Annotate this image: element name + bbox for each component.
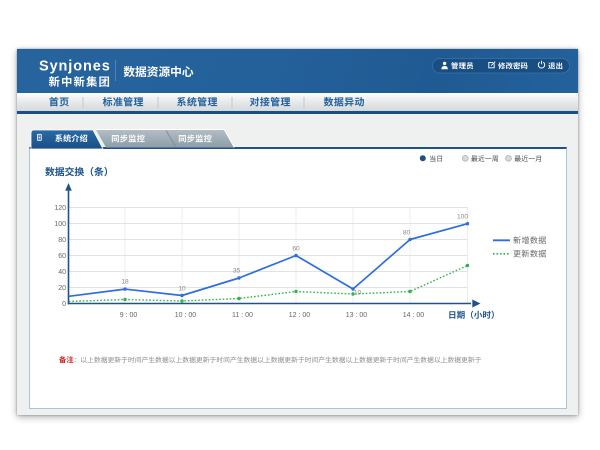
svg-text:35: 35 — [233, 268, 241, 275]
svg-text:40: 40 — [58, 269, 66, 276]
svg-text:14 : 00: 14 : 00 — [403, 312, 425, 319]
svg-text:18: 18 — [121, 279, 129, 286]
svg-text:80: 80 — [58, 237, 66, 244]
svg-text:10: 10 — [354, 290, 362, 297]
svg-text:12 : 00: 12 : 00 — [289, 312, 311, 319]
svg-text:10: 10 — [178, 285, 186, 292]
svg-text:Synjones: Synjones — [39, 59, 111, 75]
svg-text:120: 120 — [54, 205, 66, 212]
svg-text:11 : 00: 11 : 00 — [232, 312, 253, 319]
svg-text:60: 60 — [292, 245, 300, 252]
svg-text:10 : 00: 10 : 00 — [175, 312, 197, 319]
svg-text:9 : 00: 9 : 00 — [120, 312, 138, 319]
svg-text:20: 20 — [58, 285, 66, 292]
svg-text:100: 100 — [457, 214, 468, 221]
svg-text:80: 80 — [403, 229, 411, 236]
svg-text:13 : 00: 13 : 00 — [346, 312, 368, 319]
svg-text:60: 60 — [58, 253, 66, 260]
svg-text:100: 100 — [54, 221, 66, 228]
svg-text:0: 0 — [62, 301, 66, 308]
